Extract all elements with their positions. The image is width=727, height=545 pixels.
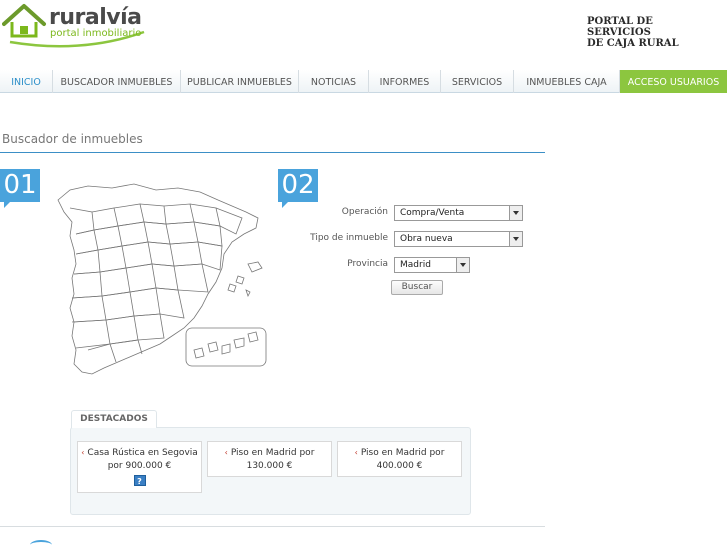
site-logo[interactable]: ruralvía portal inmobiliario	[2, 2, 152, 54]
featured-listing-text[interactable]: Piso en Madrid por 400.000 €	[361, 448, 445, 471]
tipo-inmueble-select[interactable]: Obra nueva	[394, 231, 523, 247]
page-title: Buscador de inmuebles	[2, 132, 143, 146]
arrow-bullet-icon: ‹	[354, 448, 358, 457]
provincia-select[interactable]: Madrid	[394, 257, 470, 273]
featured-listing[interactable]: ‹ Casa Rústica en Segovia por 900.000 € ?	[77, 441, 202, 493]
logo-wordmark: ruralvía	[49, 5, 142, 30]
nav-item-informes[interactable]: INFORMES	[369, 70, 441, 93]
portal-title-line1: PORTAL DE SERVICIOS	[587, 16, 653, 38]
footer-arc-icon	[30, 540, 52, 545]
spain-provinces-map[interactable]	[52, 178, 272, 378]
portal-title-line2: DE CAJA RURAL	[587, 38, 679, 49]
featured-listing-text[interactable]: Piso en Madrid por 130.000 €	[231, 448, 315, 471]
chevron-down-icon	[509, 232, 522, 246]
tab-destacados[interactable]: DESTACADOS	[71, 410, 157, 428]
nav-item-noticias[interactable]: NOTICIAS	[299, 70, 369, 93]
section-divider	[0, 152, 545, 153]
step-02-badge: 02	[278, 169, 318, 208]
operacion-value: Compra/Venta	[400, 208, 465, 218]
nav-item-buscador-inmuebles[interactable]: BUSCADOR INMUEBLES	[53, 70, 181, 93]
buscar-button[interactable]: Buscar	[391, 280, 443, 295]
featured-listing[interactable]: ‹ Piso en Madrid por 400.000 €	[337, 441, 462, 477]
step-01-badge: 01	[0, 169, 40, 208]
operacion-select[interactable]: Compra/Venta	[394, 205, 523, 221]
provincia-value: Madrid	[400, 260, 431, 270]
featured-listing-text[interactable]: Casa Rústica en Segovia por 900.000 €	[87, 448, 197, 471]
chevron-down-icon	[456, 258, 469, 272]
chevron-down-icon	[509, 206, 522, 220]
info-icon[interactable]: ?	[133, 475, 146, 486]
main-navigation: INICIO BUSCADOR INMUEBLES PUBLICAR INMUE…	[0, 70, 727, 93]
provincia-label: Provincia	[347, 259, 388, 269]
portal-title: PORTAL DE SERVICIOS DE CAJA RURAL	[587, 16, 717, 49]
nav-item-publicar-inmuebles[interactable]: PUBLICAR INMUEBLES	[181, 70, 299, 93]
nav-item-inicio[interactable]: INICIO	[0, 70, 53, 93]
featured-listing[interactable]: ‹ Piso en Madrid por 130.000 €	[207, 441, 332, 477]
nav-item-acceso-usuarios[interactable]: ACCESO USUARIOS	[620, 70, 727, 93]
nav-item-inmuebles-caja[interactable]: INMUEBLES CAJA	[514, 70, 620, 93]
logo-tagline: portal inmobiliario	[50, 28, 142, 39]
footer-divider	[0, 526, 545, 527]
tipo-inmueble-label: Tipo de inmueble	[310, 233, 388, 243]
tipo-inmueble-value: Obra nueva	[400, 234, 453, 244]
arrow-bullet-icon: ‹	[81, 448, 85, 457]
operacion-label: Operación	[341, 207, 388, 217]
balearic-islands[interactable]	[247, 261, 263, 273]
arrow-bullet-icon: ‹	[224, 448, 228, 457]
nav-item-servicios[interactable]: SERVICIOS	[441, 70, 514, 93]
